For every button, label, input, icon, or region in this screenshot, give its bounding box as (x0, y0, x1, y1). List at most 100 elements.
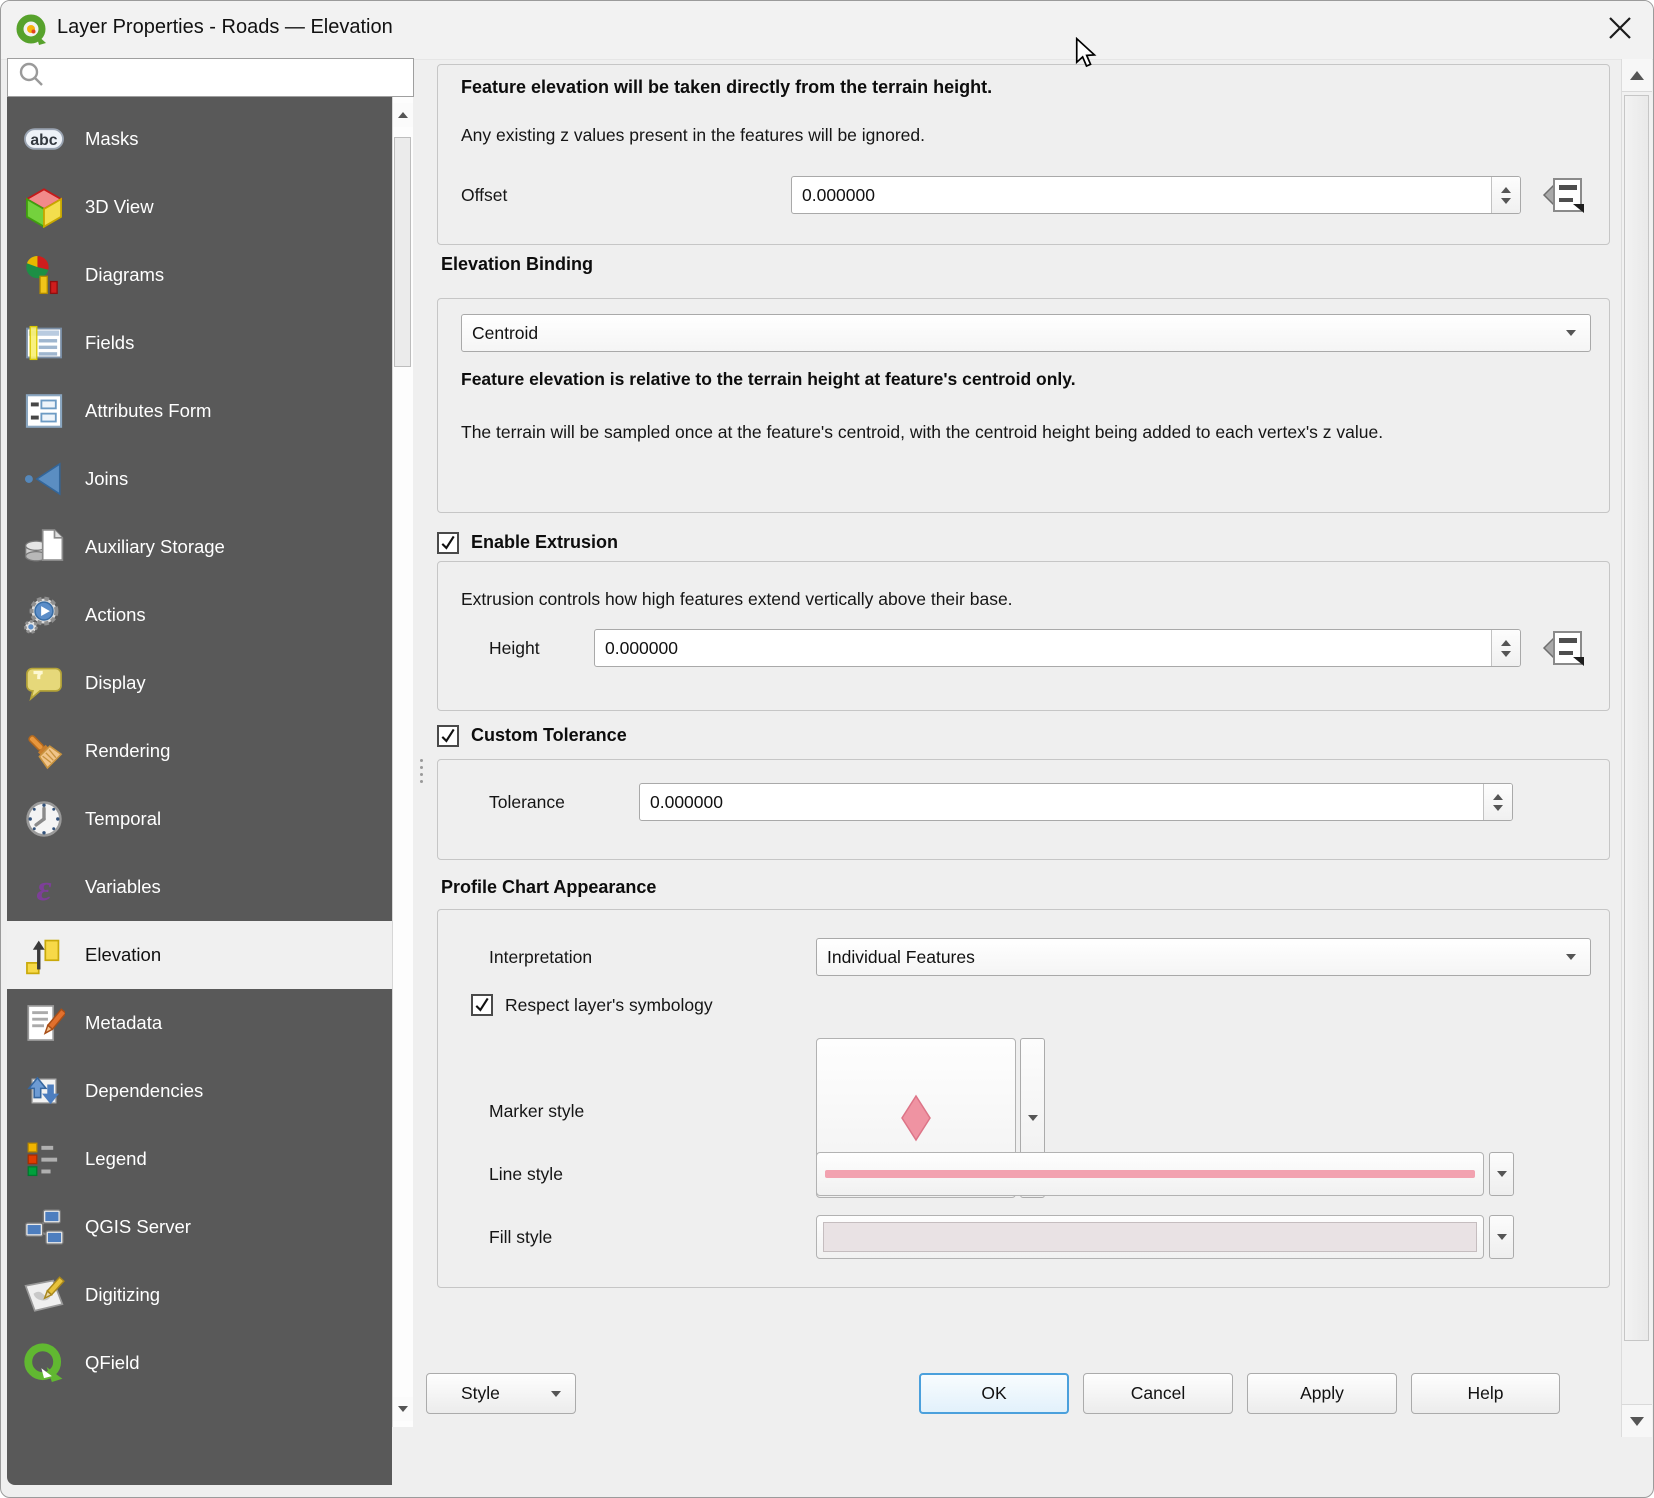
cancel-button[interactable]: Cancel (1083, 1373, 1233, 1414)
chevron-down-icon (1028, 1115, 1038, 1121)
sidebar-item-digitizing[interactable]: Digitizing (7, 1261, 392, 1329)
chevron-up-icon (1630, 71, 1644, 80)
chevron-up-icon (398, 112, 408, 118)
sidebar-item-label: Metadata (85, 1012, 162, 1034)
sidebar-item-label: Rendering (85, 740, 170, 762)
title-bar: Layer Properties - Roads — Elevation (1, 1, 1653, 60)
chevron-down-icon (398, 1406, 408, 1412)
sidebar-scrollbar-thumb[interactable] (394, 137, 411, 367)
help-button[interactable]: Help (1411, 1373, 1560, 1414)
line-style-preview[interactable] (816, 1152, 1484, 1196)
search-input[interactable] (46, 67, 413, 89)
sidebar-item-display[interactable]: Display (7, 649, 392, 717)
enable-extrusion-checkbox[interactable] (437, 532, 459, 554)
offset-data-defined-override-button[interactable] (1539, 173, 1589, 217)
spin-down-icon (1501, 198, 1511, 204)
line-style-dropdown-button[interactable] (1489, 1152, 1514, 1196)
interpretation-label: Interpretation (489, 947, 592, 968)
sidebar-item-variables[interactable]: ε Variables (7, 853, 392, 921)
sidebar-scrollbar (392, 97, 413, 1427)
sidebar-item-dependencies[interactable]: Dependencies (7, 1057, 392, 1125)
spin-up-icon (1493, 794, 1503, 800)
spin-up-icon (1501, 187, 1511, 193)
ok-button[interactable]: OK (919, 1373, 1069, 1414)
sidebar-item-label: Joins (85, 468, 128, 490)
splitter-handle[interactable] (420, 759, 423, 783)
sidebar-item-qfield[interactable]: QField (7, 1329, 392, 1397)
rendering-icon (23, 730, 65, 772)
height-data-defined-override-button[interactable] (1539, 626, 1589, 670)
sidebar-item-label: Dependencies (85, 1080, 203, 1102)
terrain-heading: Feature elevation will be taken directly… (461, 77, 992, 98)
tolerance-input[interactable] (640, 784, 1483, 820)
sidebar-item-masks[interactable]: abc Masks (7, 105, 392, 173)
joins-icon (23, 458, 65, 500)
help-button-label: Help (1468, 1383, 1504, 1404)
chevron-down-icon (1566, 954, 1576, 960)
profile-heading: Profile Chart Appearance (441, 877, 656, 898)
sidebar-item-qgis-server[interactable]: QGIS Server (7, 1193, 392, 1261)
close-icon (1606, 14, 1634, 47)
offset-spinner[interactable] (1491, 177, 1520, 213)
sidebar-item-rendering[interactable]: Rendering (7, 717, 392, 785)
respect-symbology-checkbox[interactable] (471, 994, 493, 1016)
height-spinner[interactable] (1491, 630, 1520, 666)
sidebar-item-label: Fields (85, 332, 134, 354)
qgis-logo-icon (15, 13, 49, 52)
binding-description: The terrain will be sampled once at the … (461, 419, 1536, 446)
sidebar-item-elevation[interactable]: Elevation (7, 921, 392, 989)
sidebar-item-actions[interactable]: Actions (7, 581, 392, 649)
close-button[interactable] (1595, 5, 1645, 55)
height-label: Height (489, 638, 540, 659)
chevron-down-icon (1497, 1171, 1507, 1177)
offset-input[interactable] (792, 177, 1491, 213)
qgis-server-icon (23, 1206, 65, 1248)
temporal-icon (23, 798, 65, 840)
style-menu-button[interactable]: Style (426, 1373, 576, 1414)
sidebar-item-label: Digitizing (85, 1284, 160, 1306)
sidebar-scroll-down-button[interactable] (393, 1397, 413, 1421)
actions-icon (23, 594, 65, 636)
legend-icon (23, 1138, 65, 1180)
fill-style-preview[interactable] (816, 1215, 1484, 1259)
sidebar-item-legend[interactable]: Legend (7, 1125, 392, 1193)
custom-tolerance-label: Custom Tolerance (471, 725, 627, 746)
checkmark-icon (473, 996, 491, 1014)
masks-icon: abc (23, 118, 65, 160)
content-scroll-up-button[interactable] (1622, 59, 1652, 92)
content-scrollbar-thumb[interactable] (1624, 95, 1649, 1341)
content-scrollbar (1621, 59, 1652, 1437)
sidebar-item-diagrams[interactable]: Diagrams (7, 241, 392, 309)
sidebar-item-fields[interactable]: Fields (7, 309, 392, 377)
tolerance-label: Tolerance (489, 792, 565, 813)
sidebar-item-label: Actions (85, 604, 146, 626)
sidebar-item-temporal[interactable]: Temporal (7, 785, 392, 853)
svg-text:ε: ε (36, 867, 51, 908)
sidebar-item-auxiliary-storage[interactable]: Auxiliary Storage (7, 513, 392, 581)
sidebar-scroll-up-button[interactable] (393, 103, 413, 127)
offset-field (791, 176, 1521, 214)
sidebar-item-attributes-form[interactable]: Attributes Form (7, 377, 392, 445)
custom-tolerance-checkbox[interactable] (437, 725, 459, 747)
3d-view-icon (23, 186, 65, 228)
elevation-binding-combo[interactable]: Centroid (461, 314, 1591, 352)
sidebar-item-label: Temporal (85, 808, 161, 830)
interpretation-combo[interactable]: Individual Features (816, 938, 1591, 976)
apply-button[interactable]: Apply (1247, 1373, 1397, 1414)
enable-extrusion-label: Enable Extrusion (471, 532, 618, 553)
extrusion-description: Extrusion controls how high features ext… (461, 589, 1013, 610)
chevron-down-icon (1566, 330, 1576, 336)
height-field (594, 629, 1521, 667)
sidebar-item-3d-view[interactable]: 3D View (7, 173, 392, 241)
tolerance-spinner[interactable] (1483, 784, 1512, 820)
fill-style-dropdown-button[interactable] (1489, 1215, 1514, 1259)
sidebar-item-metadata[interactable]: Metadata (7, 989, 392, 1057)
diagrams-icon (23, 254, 65, 296)
sidebar-item-label: Masks (85, 128, 138, 150)
spin-down-icon (1493, 805, 1503, 811)
sidebar-item-joins[interactable]: Joins (7, 445, 392, 513)
height-input[interactable] (595, 630, 1491, 666)
content-scroll-down-button[interactable] (1622, 1404, 1652, 1437)
marker-style-label: Marker style (489, 1101, 584, 1122)
style-button-label: Style (461, 1383, 500, 1404)
